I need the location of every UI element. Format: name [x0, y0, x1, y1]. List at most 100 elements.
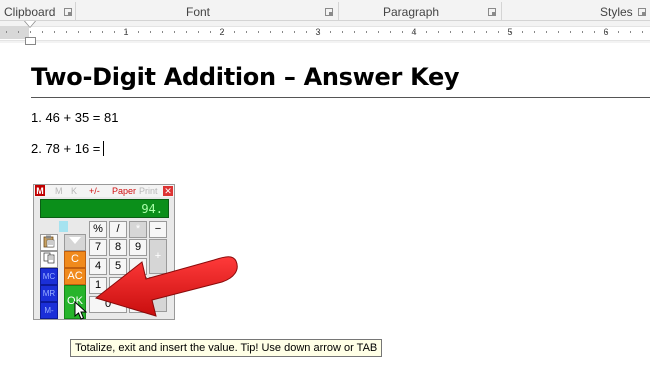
calculator-display: 94.	[40, 199, 169, 218]
ruler-tick	[462, 31, 463, 33]
clear-button[interactable]: C	[64, 251, 86, 268]
zero-button[interactable]: 0	[89, 296, 127, 313]
ruler-tick	[546, 31, 547, 33]
copy-icon[interactable]	[40, 251, 58, 268]
equals-button[interactable]	[149, 277, 167, 312]
ruler-tick	[366, 31, 367, 33]
ruler-tick	[594, 31, 595, 33]
paper-menu[interactable]: Paper	[112, 185, 136, 197]
ruler-number: 1	[123, 27, 129, 37]
ruler-tick	[42, 31, 43, 33]
ruler-tick	[78, 31, 79, 33]
ruler-tick	[522, 31, 523, 33]
clipboard-dialog-launcher-icon[interactable]	[64, 8, 72, 16]
all-clear-button[interactable]: AC	[64, 268, 86, 285]
ruler-tick	[498, 31, 499, 33]
ruler-tick	[186, 31, 187, 33]
styles-group: Styles	[502, 0, 650, 20]
ruler-number: 2	[219, 27, 225, 37]
ruler-tick	[570, 31, 571, 33]
ruler-tick	[582, 31, 583, 33]
paste-icon[interactable]	[40, 234, 58, 251]
ribbon-group-labels: Clipboard Font Paragraph Styles	[0, 0, 650, 21]
one-button[interactable]: 1	[89, 277, 107, 294]
ruler-tick	[234, 31, 235, 33]
backspace-icon[interactable]	[64, 234, 86, 251]
ruler-tick	[294, 31, 295, 33]
close-icon[interactable]: ✕	[163, 186, 173, 196]
memory-recall-button[interactable]: MR	[40, 285, 58, 302]
document-line-2-text: 2. 78 + 16 =	[31, 141, 101, 156]
add-button[interactable]: +	[149, 239, 167, 274]
text-cursor	[103, 141, 105, 156]
memory-clear-button[interactable]: MC	[40, 268, 58, 285]
memory-indicator	[59, 221, 68, 232]
ruler-number: 3	[315, 27, 321, 37]
calculator-window[interactable]: M M K +/- Paper Print ✕ 94. MC MR M- C A…	[33, 184, 175, 320]
ruler-tick	[162, 31, 163, 33]
ruler-number: 6	[603, 27, 609, 37]
ruler-tick	[558, 31, 559, 33]
ruler-tick	[426, 31, 427, 33]
ruler-tick	[474, 31, 475, 33]
ruler-tick	[630, 31, 631, 33]
ruler-tick	[150, 31, 151, 33]
document-title[interactable]: Two-Digit Addition – Answer Key	[31, 63, 460, 91]
mouse-pointer-icon	[74, 301, 88, 320]
subtract-button[interactable]: −	[149, 221, 167, 238]
ruler-tick	[450, 31, 451, 33]
ruler-tick	[30, 31, 31, 33]
ruler-tick	[210, 31, 211, 33]
title-underline-rule	[31, 97, 650, 98]
ruler-number: 4	[411, 27, 417, 37]
multiply-button[interactable]: *	[129, 221, 147, 238]
horizontal-ruler[interactable]: 1 2 3 4 5 6	[0, 21, 650, 43]
calculator-app-icon: M	[35, 185, 45, 196]
ruler-tick	[174, 31, 175, 33]
ruler-tick	[138, 31, 139, 33]
ruler-tick	[114, 31, 115, 33]
left-indent-marker[interactable]	[25, 37, 36, 45]
ruler-tick	[282, 31, 283, 33]
ruler-tick	[270, 31, 271, 33]
five-button[interactable]: 5	[109, 258, 127, 275]
ruler-tick	[534, 31, 535, 33]
ruler-tick	[258, 31, 259, 33]
memory-minus-button[interactable]: M-	[40, 302, 58, 319]
four-button[interactable]: 4	[89, 258, 107, 275]
three-button[interactable]	[129, 277, 147, 294]
plus-minus-menu[interactable]: +/-	[89, 185, 100, 197]
document-line-1[interactable]: 1. 46 + 35 = 81	[31, 110, 118, 125]
nine-button[interactable]: 9	[129, 239, 147, 256]
ruler-tick	[306, 31, 307, 33]
ruler-tick	[438, 31, 439, 33]
paragraph-group: Paragraph	[339, 0, 501, 20]
memory-menu[interactable]: M	[55, 185, 63, 197]
eight-button[interactable]: 8	[109, 239, 127, 256]
styles-dialog-launcher-icon[interactable]	[638, 8, 646, 16]
percent-button[interactable]: %	[89, 221, 107, 238]
six-button[interactable]	[129, 258, 147, 275]
clipboard-group: Clipboard	[4, 0, 74, 20]
ruler-tick	[18, 31, 19, 33]
divide-button[interactable]: /	[109, 221, 127, 238]
two-button[interactable]	[109, 277, 127, 294]
document-line-2[interactable]: 2. 78 + 16 =	[31, 141, 105, 156]
ruler-tick	[246, 31, 247, 33]
ruler-tick	[618, 31, 619, 33]
calculator-menu-bar: M M K +/- Paper Print ✕	[34, 185, 174, 197]
ruler-tick	[66, 31, 67, 33]
ruler-tick	[54, 31, 55, 33]
ruler-tick	[402, 31, 403, 33]
k-menu[interactable]: K	[71, 185, 77, 197]
paragraph-dialog-launcher-icon[interactable]	[488, 8, 496, 16]
ruler-tick	[198, 31, 199, 33]
ruler-tick	[390, 31, 391, 33]
print-menu[interactable]: Print	[139, 185, 158, 197]
seven-button[interactable]: 7	[89, 239, 107, 256]
ok-button-tooltip: Totalize, exit and insert the value. Tip…	[70, 339, 383, 357]
ruler-tick	[354, 31, 355, 33]
font-group: Font	[76, 0, 338, 20]
decimal-button[interactable]: .	[129, 296, 147, 313]
font-dialog-launcher-icon[interactable]	[325, 8, 333, 16]
